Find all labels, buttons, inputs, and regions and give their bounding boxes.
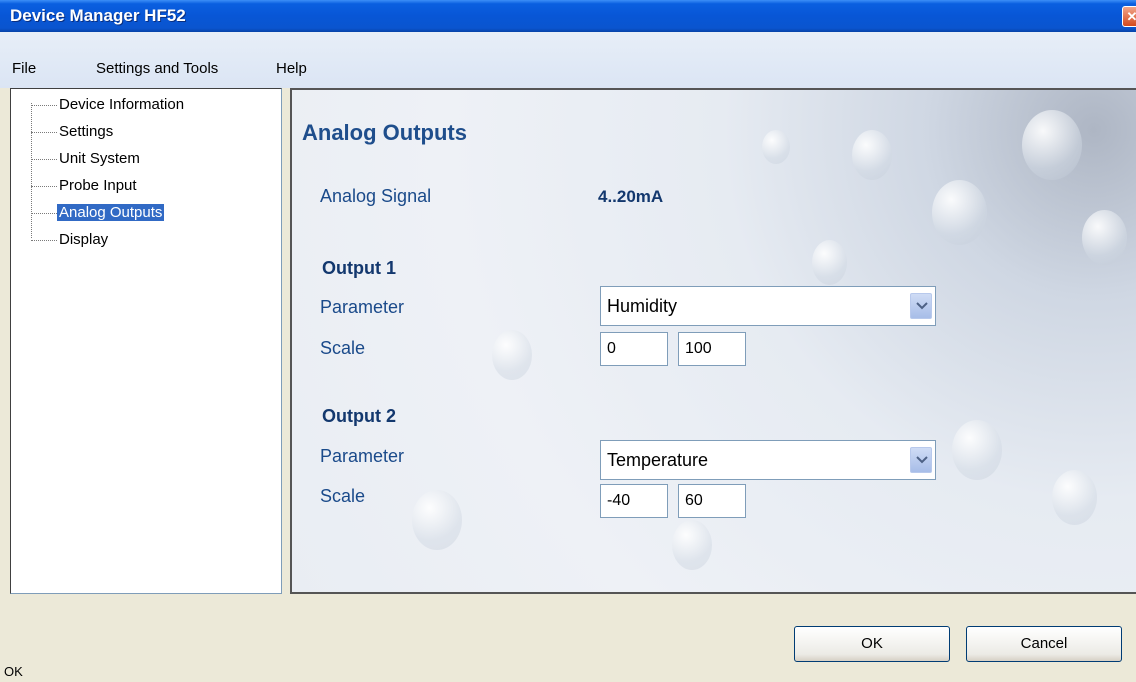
tree-item-label: Settings: [59, 123, 114, 140]
menu-bar: File Settings and Tools Help: [0, 32, 1136, 88]
background-drop: [1022, 110, 1082, 180]
chevron-down-icon[interactable]: [910, 293, 932, 319]
ok-button[interactable]: OK: [794, 626, 950, 662]
tree-item-label: Probe Input: [59, 177, 137, 194]
background-drop: [932, 180, 987, 245]
background-drop: [1082, 210, 1127, 265]
output2-parameter-label: Parameter: [320, 446, 405, 466]
menu-settings-and-tools[interactable]: Settings and Tools: [96, 60, 218, 77]
tree-item-label: Device Information: [59, 96, 185, 113]
background-drop: [812, 240, 847, 285]
analog-signal-value: 4..20mA: [598, 187, 664, 206]
output2-scale-label: Scale: [320, 486, 366, 506]
tree-connector: [31, 103, 32, 238]
tree-item-label: Display: [59, 231, 109, 248]
menu-file[interactable]: File: [12, 60, 36, 77]
background-drop: [412, 490, 462, 550]
output1-parameter-label: Parameter: [320, 297, 405, 317]
output1-scale-min-input[interactable]: [601, 333, 667, 365]
background-drop: [1052, 470, 1097, 525]
output2-scale-max-field[interactable]: [678, 484, 746, 518]
status-text: OK: [4, 664, 23, 679]
output1-scale-min-field[interactable]: [600, 332, 668, 366]
output2-parameter-value: Temperature: [607, 450, 709, 470]
output1-scale-label: Scale: [320, 338, 366, 358]
tree-item-label: Unit System: [59, 150, 140, 167]
analog-signal-label: Analog Signal: [320, 186, 432, 206]
output2-title: Output 2: [322, 406, 396, 426]
splitter[interactable]: [283, 88, 290, 594]
page-title: Analog Outputs: [302, 120, 467, 145]
output2-scale-max-input[interactable]: [679, 485, 745, 517]
output1-scale-max-input[interactable]: [679, 333, 745, 365]
background-drop: [952, 420, 1002, 480]
cancel-button[interactable]: Cancel: [966, 626, 1122, 662]
window-title: Device Manager HF52: [10, 6, 186, 25]
output2-scale-min-input[interactable]: [601, 485, 667, 517]
output2-parameter-select[interactable]: Temperature: [600, 440, 936, 480]
chevron-down-icon[interactable]: [910, 447, 932, 473]
navigation-tree: Device Information Settings Unit System …: [10, 88, 282, 594]
background-drop: [672, 520, 712, 570]
output1-scale-max-field[interactable]: [678, 332, 746, 366]
close-icon[interactable]: ✕: [1122, 6, 1136, 27]
output1-parameter-select[interactable]: Humidity: [600, 286, 936, 326]
output1-title: Output 1: [322, 258, 396, 278]
background-drop: [492, 330, 532, 380]
tree-item-label: Analog Outputs: [57, 204, 165, 221]
background-drop: [852, 130, 892, 180]
title-bar: Device Manager HF52 ✕: [0, 0, 1136, 32]
analog-outputs-panel: Analog Outputs Analog Signal 4..20mA Out…: [290, 88, 1136, 594]
output1-parameter-value: Humidity: [607, 296, 678, 316]
menu-help[interactable]: Help: [276, 60, 307, 77]
output2-scale-min-field[interactable]: [600, 484, 668, 518]
background-drop: [762, 130, 790, 164]
